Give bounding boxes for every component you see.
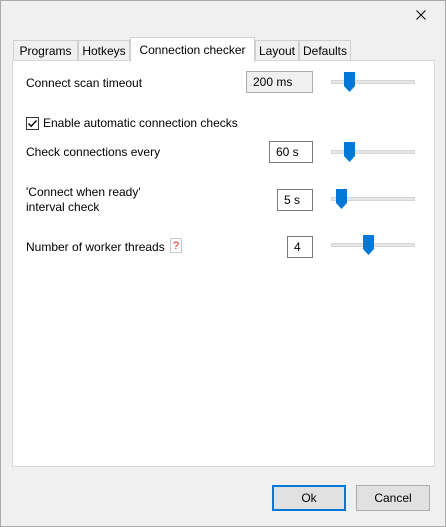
tab-defaults[interactable]: Defaults [299, 40, 351, 60]
connect-ready-label-line2: interval check [26, 200, 100, 214]
ok-button[interactable]: Ok [272, 485, 346, 511]
slider-thumb[interactable] [344, 72, 355, 92]
scan-timeout-slider[interactable] [331, 72, 415, 92]
worker-threads-field[interactable]: 4 [287, 236, 313, 258]
scan-timeout-value: 200 ms [246, 71, 313, 93]
close-button[interactable] [399, 2, 443, 28]
checkmark-icon [28, 120, 38, 128]
worker-threads-label: Number of worker threads [26, 240, 165, 254]
slider-thumb[interactable] [336, 189, 347, 209]
settings-dialog: Programs Hotkeys Connection checker Layo… [0, 0, 446, 527]
tab-connection-checker[interactable]: Connection checker [130, 37, 255, 62]
cancel-button[interactable]: Cancel [356, 485, 430, 511]
check-every-label: Check connections every [26, 145, 161, 159]
slider-thumb[interactable] [363, 235, 374, 255]
help-icon[interactable]: ? [170, 238, 182, 253]
tab-layout[interactable]: Layout [255, 40, 299, 60]
worker-threads-slider[interactable] [331, 235, 415, 255]
connect-ready-slider[interactable] [331, 189, 415, 209]
connect-ready-field[interactable]: 5 s [277, 189, 313, 211]
scan-timeout-label: Connect scan timeout [26, 76, 143, 90]
check-every-slider[interactable] [331, 142, 415, 162]
check-every-field[interactable]: 60 s [269, 141, 313, 163]
auto-checks-label[interactable]: Enable automatic connection checks [43, 116, 238, 130]
auto-checks-checkbox[interactable] [26, 117, 39, 130]
connect-ready-label-line1: 'Connect when ready' [26, 185, 141, 199]
close-icon [416, 10, 426, 20]
connection-checker-panel: Connect scan timeout 200 ms Enable autom… [12, 60, 435, 467]
tab-hotkeys[interactable]: Hotkeys [78, 40, 130, 60]
slider-thumb[interactable] [344, 142, 355, 162]
tab-programs[interactable]: Programs [13, 40, 78, 60]
